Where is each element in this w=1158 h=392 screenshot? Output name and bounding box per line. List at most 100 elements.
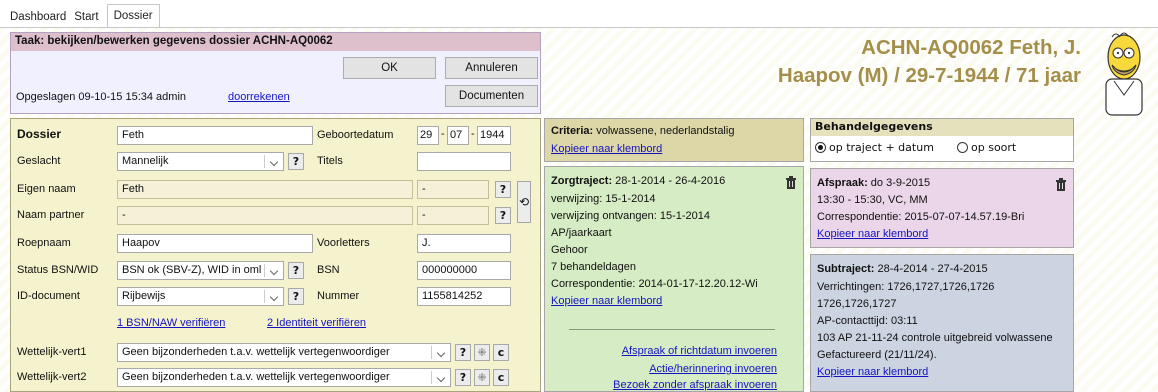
id-document-select[interactable]: Rijbewijs	[117, 287, 284, 306]
tab-divider	[0, 27, 1158, 28]
legal-rep2-c-button[interactable]: c	[493, 369, 509, 386]
detail-line: AP-contacttijd: 03:11	[817, 315, 918, 327]
subtrajectory-details: Verrichtingen: 1726,1727,1726,1726 1726,…	[817, 279, 1071, 364]
treatment-data-card: Behandelgegevens op traject + datum op s…	[810, 118, 1074, 162]
visit-without-appointment-link[interactable]: Bezoek zonder afspraak invoeren	[613, 379, 777, 391]
detail-line: Correspondentie: 2014-01-17-12.20.12-Wi	[551, 278, 758, 290]
gender-label: Geslacht	[17, 155, 61, 167]
detail-line: verwijzing: 15-1-2014	[551, 193, 656, 205]
legal-rep1-label: Wettelijk-vert1	[17, 346, 87, 358]
date-sep: -	[471, 128, 475, 140]
option-trajectory-date[interactable]: op traject + datum	[815, 141, 934, 154]
callname-input[interactable]: Haapov	[117, 234, 313, 253]
partner-name-label: Naam partner	[17, 209, 85, 221]
swap-icon[interactable]: ⟲	[517, 181, 531, 223]
detail-line: AP/jaarkaart	[551, 227, 612, 239]
birth-month-input[interactable]: 07	[447, 126, 469, 145]
appointment-copy-link[interactable]: Kopieer naar klembord	[817, 228, 928, 240]
dossier-name-input[interactable]: Feth	[117, 126, 313, 145]
bsn-input[interactable]: 000000000	[417, 261, 511, 280]
dossier-panel: Dossier Feth Geboortedatum 29 - 07 - 194…	[10, 118, 541, 392]
radio-icon	[957, 142, 968, 153]
number-label: Nummer	[317, 290, 360, 302]
recalc-link[interactable]: doorrekenen	[228, 91, 290, 103]
legal-rep1-help-button[interactable]: ?	[455, 344, 471, 361]
legal-rep1-c-button[interactable]: c	[493, 344, 509, 361]
trash-icon[interactable]	[1055, 178, 1067, 191]
callname-label: Roepnaam	[17, 237, 71, 249]
care-trajectory-details: verwijzing: 15-1-2014 verwijzing ontvang…	[551, 191, 801, 293]
legal-rep2-help-button[interactable]: ?	[455, 369, 471, 386]
patient-header: ACHN-AQ0062 Feth, J. Haapov (M) / 29-7-1…	[778, 34, 1081, 90]
detail-line: 1726,1726,1727	[817, 298, 897, 310]
own-name-input[interactable]: Feth	[117, 180, 413, 199]
action-reminder-link[interactable]: Actie/herinnering invoeren	[649, 363, 777, 375]
cancel-button[interactable]: Annuleren	[445, 57, 538, 79]
birthdate-label: Geboortedatum	[317, 129, 394, 141]
criteria-copy-link[interactable]: Kopieer naar klembord	[551, 143, 662, 155]
dossier-label: Dossier	[17, 127, 62, 141]
legal-rep1-select[interactable]: Geen bijzonderheden t.a.v. wettelijk ver…	[117, 343, 451, 362]
bsn-status-help-button[interactable]: ?	[288, 262, 304, 279]
partner-name-input[interactable]: -	[117, 206, 413, 225]
appointment-correspondence: Correspondentie: 2015-07-07-14.57.19-Bri	[817, 211, 1025, 223]
titles-label: Titels	[317, 155, 343, 167]
legal-rep2-select[interactable]: Geen bijzonderheden t.a.v. wettelijk ver…	[117, 368, 451, 387]
gender-help-button[interactable]: ?	[288, 153, 304, 170]
subtrajectory-title: Subtraject: 28-4-2014 - 27-4-2015	[817, 263, 988, 275]
subtrajectory-copy-link[interactable]: Kopieer naar klembord	[817, 366, 928, 378]
partner-name-help-button[interactable]: ?	[495, 207, 511, 224]
tab-dossier[interactable]: Dossier	[106, 4, 160, 28]
birth-year-input[interactable]: 1944	[477, 126, 511, 145]
number-input[interactable]: 1155814252	[417, 287, 511, 306]
appointment-entry-link[interactable]: Afspraak of richtdatum invoeren	[622, 345, 777, 357]
subtrajectory-card: Subtraject: 28-4-2014 - 27-4-2015 Verric…	[810, 254, 1074, 392]
bsn-status-label: Status BSN/WID	[17, 264, 99, 276]
option-label: op traject + datum	[829, 141, 934, 154]
own-name-label: Eigen naam	[17, 183, 76, 195]
option-label: op soort	[971, 141, 1017, 154]
appointment-card: Afspraak: do 3-9-2015 13:30 - 15:30, VC,…	[810, 168, 1074, 248]
tab-start[interactable]: Start	[70, 8, 102, 28]
detail-line: 7 behandeldagen	[551, 261, 637, 273]
birth-day-input[interactable]: 29	[417, 126, 439, 145]
care-trajectory-title: Zorgtraject: 28-1-2014 - 26-4-2016	[551, 175, 726, 187]
legal-rep1-grid-icon[interactable]: ⁜	[474, 344, 490, 361]
patient-details: Haapov (M) / 29-7-1944 / 71 jaar	[777, 64, 1081, 87]
partner-name-extra-input[interactable]: -	[417, 206, 489, 225]
titles-input[interactable]	[417, 152, 511, 171]
divider	[569, 329, 775, 330]
gender-select[interactable]: Mannelijk	[117, 152, 284, 171]
detail-line: verwijzing ontvangen: 15-1-2014	[551, 210, 710, 222]
legal-rep2-label: Wettelijk-vert2	[17, 371, 87, 383]
date-sep: -	[441, 128, 445, 140]
detail-line: Verrichtingen: 1726,1727,1726,1726	[817, 281, 995, 293]
legal-rep2-grid-icon[interactable]: ⁜	[474, 369, 490, 386]
trash-icon[interactable]	[785, 176, 797, 189]
tab-dashboard[interactable]: Dashboard	[6, 8, 70, 28]
id-document-label: ID-document	[17, 290, 80, 302]
initials-input[interactable]: J.	[417, 234, 511, 253]
saved-status: Opgeslagen 09-10-15 15:34 admin	[16, 91, 187, 103]
task-panel: Taak: bekijken/bewerken gegevens dossier…	[10, 32, 541, 114]
criteria-text: Criteria: volwassene, nederlandstalig	[551, 125, 735, 137]
treatment-data-title: Behandelgegevens	[811, 119, 1073, 136]
bsn-status-select[interactable]: BSN ok (SBV-Z), WID in oml	[117, 261, 284, 280]
detail-line: Gehoor	[551, 244, 588, 256]
care-trajectory-copy-link[interactable]: Kopieer naar klembord	[551, 295, 662, 307]
radio-selected-icon	[815, 142, 826, 153]
id-document-help-button[interactable]: ?	[288, 288, 304, 305]
verify-bsn-link[interactable]: 1 BSN/NAW verifiëren	[117, 317, 225, 329]
ok-button[interactable]: OK	[343, 57, 436, 79]
own-name-extra-input[interactable]: -	[417, 180, 489, 199]
tab-bar: Dashboard Start Dossier	[6, 4, 160, 28]
documents-button[interactable]: Documenten	[445, 85, 538, 107]
detail-line: 103 AP 21-11-24 controle uitgebreid volw…	[817, 332, 1053, 344]
task-title: Taak: bekijken/bewerken gegevens dossier…	[11, 33, 540, 51]
verify-identity-link[interactable]: 2 Identiteit verifiëren	[267, 317, 366, 329]
appointment-title: Afspraak: do 3-9-2015	[817, 177, 931, 189]
criteria-card: Criteria: volwassene, nederlandstalig Ko…	[544, 118, 804, 162]
care-trajectory-card: Zorgtraject: 28-1-2014 - 26-4-2016 verwi…	[544, 166, 804, 392]
own-name-help-button[interactable]: ?	[495, 181, 511, 198]
option-type[interactable]: op soort	[957, 141, 1016, 154]
